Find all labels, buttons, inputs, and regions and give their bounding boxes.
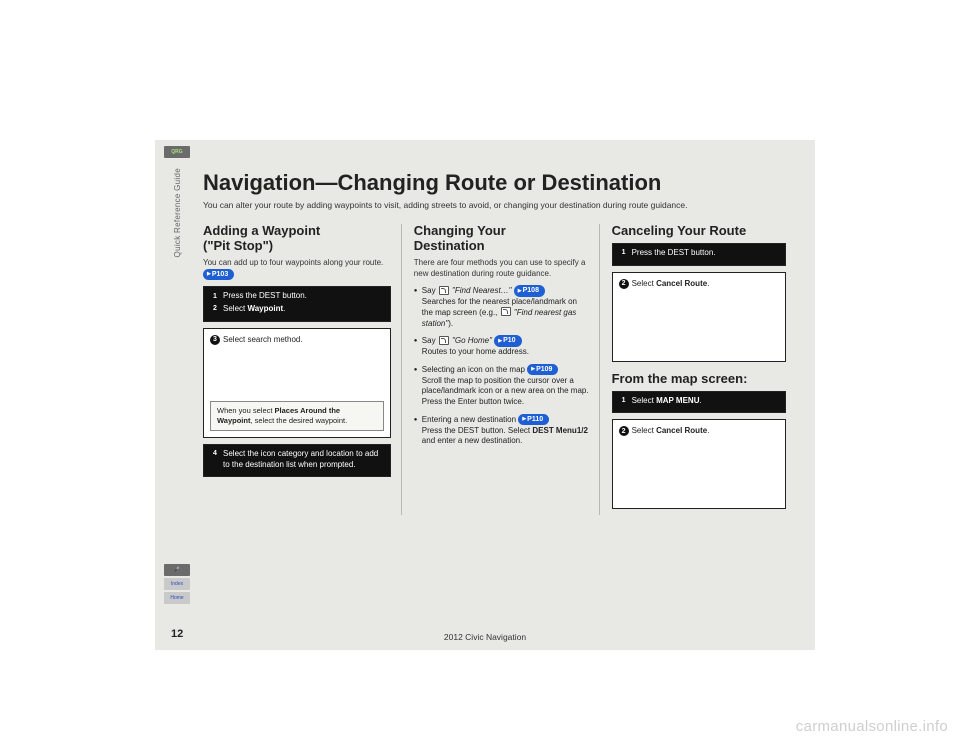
col3-heading2: From the map screen: [612, 372, 787, 387]
col1-box2: 3Select search method. When you select P… [203, 328, 391, 438]
col2-bullet3: Selecting an icon on the map P109 Scroll… [414, 364, 589, 408]
step-number-icon: 1 [210, 291, 220, 301]
col2-bullet1: Say "Find Nearest…" P108 Searches for th… [414, 285, 589, 329]
tab-home[interactable]: Home [164, 592, 190, 604]
page-intro: You can alter your route by adding waypo… [203, 200, 797, 210]
col1-box3: 4Select the icon category and location t… [203, 444, 391, 478]
section-label: Quick Reference Guide [173, 168, 182, 257]
col2-heading: Changing YourDestination [414, 224, 589, 254]
col-adding-waypoint: Adding a Waypoint("Pit Stop") You can ad… [203, 224, 401, 515]
footer-doc-title: 2012 Civic Navigation [155, 632, 815, 642]
col1-step3: Select search method. [223, 335, 384, 346]
col1-step1: Press the DEST button. [223, 291, 384, 302]
col2-bullet4: Entering a new destination P110 Press th… [414, 414, 589, 447]
col2-body: There are four methods you can use to sp… [414, 258, 589, 280]
col-canceling-route: Canceling Your Route 1Press the DEST but… [599, 224, 797, 515]
tab-voice[interactable]: 🎤 [164, 564, 190, 576]
manual-page: QRG Quick Reference Guide 🎤 Index Home 1… [155, 140, 815, 650]
page-ref-p10[interactable]: P10 [494, 335, 521, 346]
page-ref-p109[interactable]: P109 [527, 364, 558, 375]
voice-icon [439, 286, 449, 295]
page-ref-p108[interactable]: P108 [514, 285, 545, 296]
col3-box1: 1Press the DEST button. [612, 243, 787, 266]
voice-icon [501, 307, 511, 316]
col3b-step1: Select MAP MENU. [632, 396, 780, 407]
col3-step1: Press the DEST button. [632, 248, 780, 259]
col1-heading: Adding a Waypoint("Pit Stop") [203, 224, 391, 254]
page-ref-p110[interactable]: P110 [518, 414, 549, 425]
col3b-step2: Select Cancel Route. [632, 426, 780, 437]
col3-heading: Canceling Your Route [612, 224, 787, 239]
step-number-icon: 2 [619, 426, 629, 436]
col2-bullet2: Say "Go Home" P10 Routes to your home ad… [414, 335, 589, 357]
col1-body: You can add up to four waypoints along y… [203, 258, 391, 280]
col3-box3: 1Select MAP MENU. [612, 391, 787, 414]
step-number-icon: 4 [210, 449, 220, 459]
col3-step2: Select Cancel Route. [632, 279, 780, 290]
col1-box2-note: When you select Places Around the Waypoi… [210, 401, 384, 431]
step-number-icon: 2 [619, 279, 629, 289]
side-tabs: QRG Quick Reference Guide 🎤 Index Home [161, 146, 193, 606]
col1-box1: 1Press the DEST button. 2Select Waypoint… [203, 286, 391, 322]
step-number-icon: 1 [619, 396, 629, 406]
col1-step4: Select the icon category and location to… [223, 449, 384, 471]
step-number-icon: 2 [210, 304, 220, 314]
voice-icon [439, 336, 449, 345]
step-number-icon: 3 [210, 335, 220, 345]
page-title: Navigation—Changing Route or Destination [203, 170, 797, 196]
columns: Adding a Waypoint("Pit Stop") You can ad… [203, 224, 797, 515]
col1-step2: Select Waypoint. [223, 304, 384, 315]
step-number-icon: 1 [619, 248, 629, 258]
col-changing-destination: Changing YourDestination There are four … [401, 224, 599, 515]
col3-box4: 2Select Cancel Route. [612, 419, 787, 509]
col2-bullets: Say "Find Nearest…" P108 Searches for th… [414, 285, 589, 447]
page-ref-p103[interactable]: P103 [203, 269, 234, 280]
tab-index[interactable]: Index [164, 578, 190, 590]
watermark: carmanualsonline.info [796, 718, 948, 735]
tab-qrg[interactable]: QRG [164, 146, 190, 158]
col3-box2: 2Select Cancel Route. [612, 272, 787, 362]
